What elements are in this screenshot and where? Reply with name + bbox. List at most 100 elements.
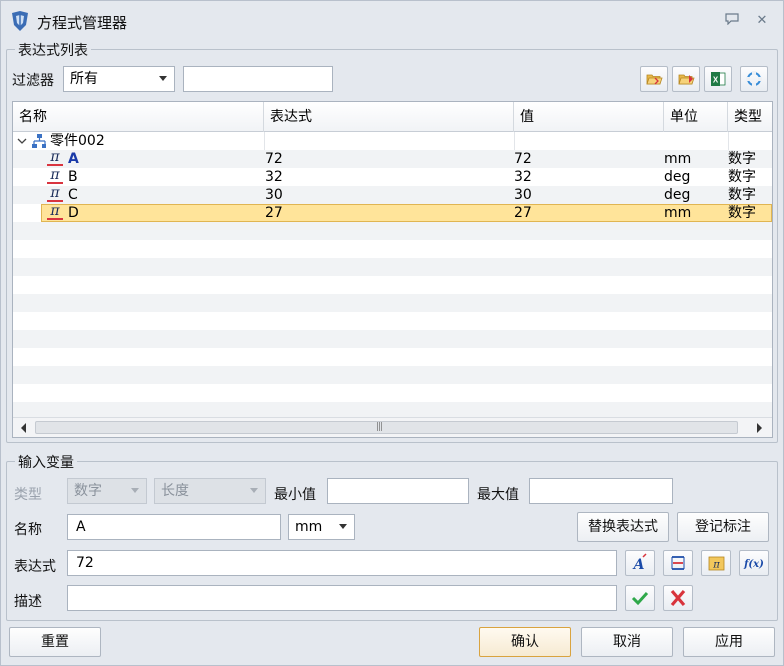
name-label: 名称 [14, 522, 42, 538]
accept-button[interactable] [625, 585, 655, 611]
pi-folder-icon: π [708, 556, 725, 571]
tree-root-label: 零件002 [50, 133, 105, 149]
selection-highlight [41, 204, 772, 222]
delete-button[interactable] [663, 585, 693, 611]
horizontal-scrollbar[interactable]: ||| [13, 417, 772, 437]
subtype-select-value: 长度 [161, 483, 189, 499]
description-input[interactable] [67, 585, 617, 611]
open-folder-button[interactable] [640, 66, 668, 92]
table-row[interactable]: π C 30 30 deg 数字 [13, 186, 772, 204]
expression-list-title: 表达式列表 [15, 40, 91, 60]
row-name: A [68, 151, 79, 167]
row-expression: 30 [265, 187, 283, 203]
empty-row [13, 402, 772, 417]
part-icon [32, 134, 46, 148]
row-name: B [68, 169, 78, 185]
function-icon: f(x) [743, 559, 764, 570]
row-value: 27 [514, 205, 532, 221]
expression-pi-icon: π [46, 186, 64, 204]
max-value-input[interactable] [529, 478, 673, 504]
filter-text-input[interactable] [183, 66, 333, 92]
column-header-type[interactable]: 类型 [728, 102, 772, 132]
empty-row [13, 276, 772, 294]
unit-select[interactable]: mm [288, 514, 355, 540]
row-unit: deg [664, 169, 691, 185]
close-icon[interactable]: ✕ [753, 13, 771, 29]
folder-open-icon [646, 74, 663, 85]
row-name: C [68, 187, 78, 203]
description-label: 描述 [14, 594, 42, 610]
empty-row [13, 294, 772, 312]
excel-icon: X [711, 72, 726, 86]
input-variable-title: 输入变量 [15, 452, 77, 472]
expression-input[interactable]: 72 [67, 550, 617, 576]
row-expression: 32 [265, 169, 283, 185]
type-select[interactable]: 数字 [67, 478, 147, 504]
row-value: 30 [514, 187, 532, 203]
column-header-expression[interactable]: 表达式 [264, 102, 514, 132]
min-value-input[interactable] [327, 478, 469, 504]
empty-row [13, 366, 772, 384]
empty-row [13, 348, 772, 366]
column-header-unit[interactable]: 单位 [664, 102, 728, 132]
register-annotation-button[interactable]: 登记标注 [677, 512, 769, 542]
insert-function-button[interactable]: f(x) [739, 550, 769, 576]
empty-row [13, 222, 772, 240]
scrollbar-thumb[interactable]: ||| [35, 421, 738, 434]
expression-label: 表达式 [14, 559, 56, 575]
column-header-value[interactable]: 值 [514, 102, 664, 132]
chevron-down-icon [159, 76, 167, 81]
scroll-left-icon[interactable] [21, 423, 26, 433]
row-type: 数字 [728, 205, 756, 221]
filter-label: 过滤器 [12, 73, 54, 89]
row-unit: mm [664, 205, 692, 221]
row-name: D [68, 205, 79, 221]
close-x-icon [670, 589, 686, 607]
insert-measure-button[interactable] [663, 550, 693, 576]
row-type: 数字 [728, 151, 756, 167]
row-type: 数字 [728, 169, 756, 185]
title-bar: 方程式管理器 ✕ [1, 1, 783, 41]
chevron-down-icon [131, 488, 139, 493]
max-label: 最大值 [477, 487, 519, 503]
subtype-select[interactable]: 长度 [154, 478, 266, 504]
svg-text:f(x): f(x) [743, 559, 764, 570]
chevron-down-icon [339, 524, 347, 529]
svg-text:A: A [632, 557, 645, 573]
excel-export-button[interactable]: X [704, 66, 732, 92]
ok-button[interactable]: 确认 [479, 627, 571, 657]
empty-row [13, 330, 772, 348]
empty-row [13, 258, 772, 276]
help-chat-icon[interactable] [723, 13, 741, 29]
cancel-button[interactable]: 取消 [581, 627, 673, 657]
equation-manager-dialog: 方程式管理器 ✕ 表达式列表 过滤器 所有 X 名称 表达式 值 单位 类型 零… [0, 0, 784, 666]
apply-button[interactable]: 应用 [683, 627, 775, 657]
refresh-button[interactable] [740, 66, 768, 92]
table-row-selected[interactable]: π D 27 27 mm 数字 [13, 204, 772, 222]
app-logo-icon [12, 11, 28, 31]
expression-pi-icon: π [46, 204, 64, 222]
insert-variable-button[interactable]: A [625, 550, 655, 576]
expression-pi-icon: π [46, 150, 64, 168]
insert-constant-button[interactable]: π [701, 550, 731, 576]
table-row[interactable]: π B 32 32 deg 数字 [13, 168, 772, 186]
row-value: 72 [514, 151, 532, 167]
type-label: 类型 [14, 487, 42, 503]
text-variable-icon: A [632, 553, 647, 573]
tree-root-row[interactable]: 零件002 [13, 132, 772, 150]
window-title: 方程式管理器 [37, 14, 128, 32]
table-row[interactable]: π A 72 72 mm 数字 [13, 150, 772, 168]
expression-table: 名称 表达式 值 单位 类型 零件002 π A 72 72 mm 数字 π B… [12, 101, 773, 438]
reset-button[interactable]: 重置 [9, 627, 101, 657]
name-input[interactable]: A [67, 514, 281, 540]
export-folder-button[interactable] [672, 66, 700, 92]
chevron-down-icon[interactable] [17, 136, 27, 146]
scroll-right-icon[interactable] [757, 423, 762, 433]
chevron-down-icon [250, 488, 258, 493]
column-header-name[interactable]: 名称 [13, 102, 264, 132]
check-icon [631, 591, 649, 606]
row-type: 数字 [728, 187, 756, 203]
replace-expression-button[interactable]: 替换表达式 [577, 512, 669, 542]
filter-select[interactable]: 所有 [63, 66, 175, 92]
refresh-icon [746, 71, 762, 87]
